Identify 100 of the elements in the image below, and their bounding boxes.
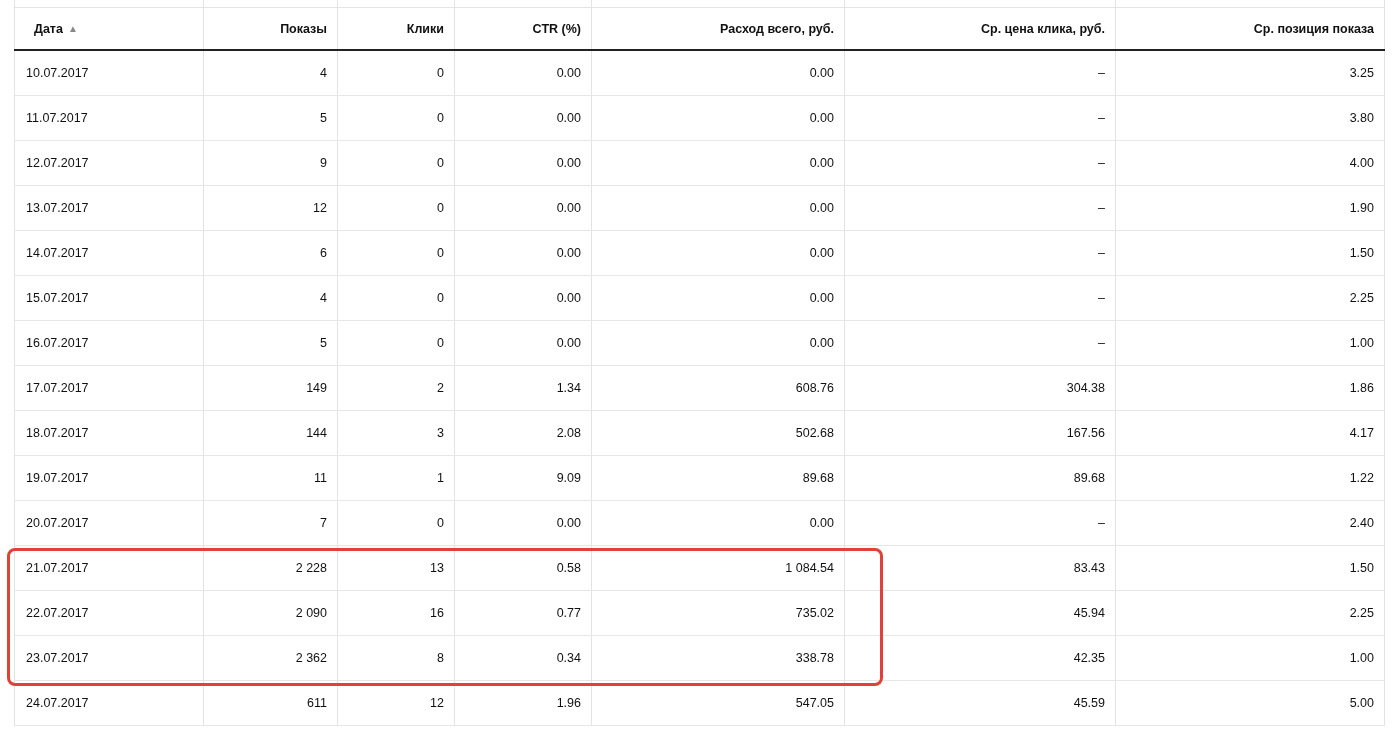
- table-cell: 0.00: [809, 291, 834, 305]
- table-cell: 5: [320, 111, 327, 125]
- table-cell: 11.07.2017: [26, 111, 88, 125]
- table-cell: 2.25: [1349, 291, 1374, 305]
- table-cell: 0.34: [556, 651, 581, 665]
- table-cell: 144: [306, 426, 327, 440]
- table-cell: 9: [320, 156, 327, 170]
- table-cell: 338.78: [795, 651, 834, 665]
- table-cell: 0.00: [809, 246, 834, 260]
- column-header[interactable]: CTR (%): [532, 21, 581, 36]
- table-cell: 7: [320, 516, 327, 530]
- table-cell: –: [1098, 246, 1105, 260]
- table-cell: 23.07.2017: [26, 651, 89, 665]
- table-cell: 0.00: [809, 156, 834, 170]
- table-cell: 3: [437, 426, 444, 440]
- table-cell: 1.00: [1349, 336, 1374, 350]
- table-cell: 83.43: [1073, 561, 1105, 575]
- table-cell: 0.00: [556, 516, 581, 530]
- table-cell: 4: [320, 291, 327, 305]
- table-cell: 6: [320, 246, 327, 260]
- table-cell: 735.02: [795, 606, 834, 620]
- table-cell: 5.00: [1349, 696, 1374, 710]
- table-cell: 16.07.2017: [26, 336, 89, 350]
- table-cell: –: [1098, 516, 1105, 530]
- table-cell: –: [1098, 291, 1105, 305]
- table-cell: 502.68: [795, 426, 834, 440]
- table-cell: 1.90: [1349, 201, 1374, 215]
- table-cell: 1 084.54: [785, 561, 834, 575]
- column-header[interactable]: Показы: [280, 21, 327, 36]
- table-cell: 3.80: [1349, 111, 1374, 125]
- table-cell: 0.00: [556, 246, 581, 260]
- table-cell: 21.07.2017: [26, 561, 89, 575]
- table-cell: 167.56: [1066, 426, 1105, 440]
- table-cell: 4: [320, 66, 327, 80]
- table-cell: 0.00: [809, 66, 834, 80]
- table-cell: 13: [430, 561, 444, 575]
- table-cell: 45.94: [1073, 606, 1105, 620]
- table-cell: –: [1098, 66, 1105, 80]
- table-cell: 0.58: [556, 561, 581, 575]
- column-header[interactable]: Ср. цена клика, руб.: [980, 21, 1105, 36]
- table-cell: 5: [320, 336, 327, 350]
- table-cell: 2.40: [1349, 516, 1374, 530]
- table-cell: 4.00: [1349, 156, 1374, 170]
- table-cell: 0.77: [556, 606, 581, 620]
- table-cell: 20.07.2017: [26, 516, 89, 530]
- table-cell: 13.07.2017: [26, 201, 89, 215]
- table-cell: 17.07.2017: [26, 381, 89, 395]
- table-cell: 8: [437, 651, 444, 665]
- table-cell: 0: [437, 66, 444, 80]
- table-cell: 0: [437, 111, 444, 125]
- table-cell: 2 362: [295, 651, 327, 665]
- table-cell: 89.68: [802, 471, 834, 485]
- table-cell: 0.00: [809, 336, 834, 350]
- table-cell: 0: [437, 201, 444, 215]
- table-cell: 18.07.2017: [26, 426, 89, 440]
- table-cell: –: [1098, 336, 1105, 350]
- table-cell: 22.07.2017: [26, 606, 89, 620]
- table-cell: 1.50: [1349, 561, 1374, 575]
- table-cell: –: [1098, 111, 1105, 125]
- table-cell: 45.59: [1073, 696, 1105, 710]
- table-cell: 1.50: [1349, 246, 1374, 260]
- table-cell: 42.35: [1073, 651, 1105, 665]
- column-header[interactable]: Расход всего, руб.: [720, 21, 834, 36]
- table-cell: 1.34: [556, 381, 581, 395]
- table-cell: 611: [307, 696, 327, 710]
- table-cell: 0: [437, 516, 444, 530]
- column-header[interactable]: Дата: [34, 21, 63, 36]
- table-cell: 1.96: [556, 696, 581, 710]
- table-cell: 547.05: [795, 696, 834, 710]
- table-cell: 1.86: [1349, 381, 1374, 395]
- table-cell: 14.07.2017: [26, 246, 89, 260]
- table-cell: 15.07.2017: [26, 291, 89, 305]
- table-cell: 10.07.2017: [26, 66, 89, 80]
- table-cell: –: [1098, 156, 1105, 170]
- table-cell: 12: [430, 696, 444, 710]
- table-cell: 0.00: [809, 516, 834, 530]
- table-cell: 1.22: [1349, 471, 1374, 485]
- table-cell: 0.00: [556, 66, 581, 80]
- table-cell: 12: [313, 201, 327, 215]
- table-cell: 12.07.2017: [26, 156, 89, 170]
- table-cell: 0: [437, 291, 444, 305]
- table-cell: 11: [314, 471, 327, 485]
- table-cell: 16: [430, 606, 444, 620]
- table-cell: 0.00: [556, 201, 581, 215]
- table-cell: 89.68: [1073, 471, 1105, 485]
- table-cell: 0.00: [809, 201, 834, 215]
- table-cell: 608.76: [795, 381, 834, 395]
- column-header[interactable]: Ср. позиция показа: [1253, 21, 1374, 36]
- table-cell: 304.38: [1066, 381, 1105, 395]
- table-cell: 0: [437, 336, 444, 350]
- table-cell: 19.07.2017: [26, 471, 89, 485]
- table-cell: 2 228: [295, 561, 327, 575]
- column-header[interactable]: Клики: [406, 21, 444, 36]
- table-cell: 3.25: [1349, 66, 1374, 80]
- table-cell: 2: [437, 381, 444, 395]
- table-cell: 0: [437, 156, 444, 170]
- sort-icon: ▲: [67, 23, 78, 34]
- table-cell: 0.00: [809, 111, 834, 125]
- table-cell: 2 090: [295, 606, 327, 620]
- table-cell: –: [1098, 201, 1105, 215]
